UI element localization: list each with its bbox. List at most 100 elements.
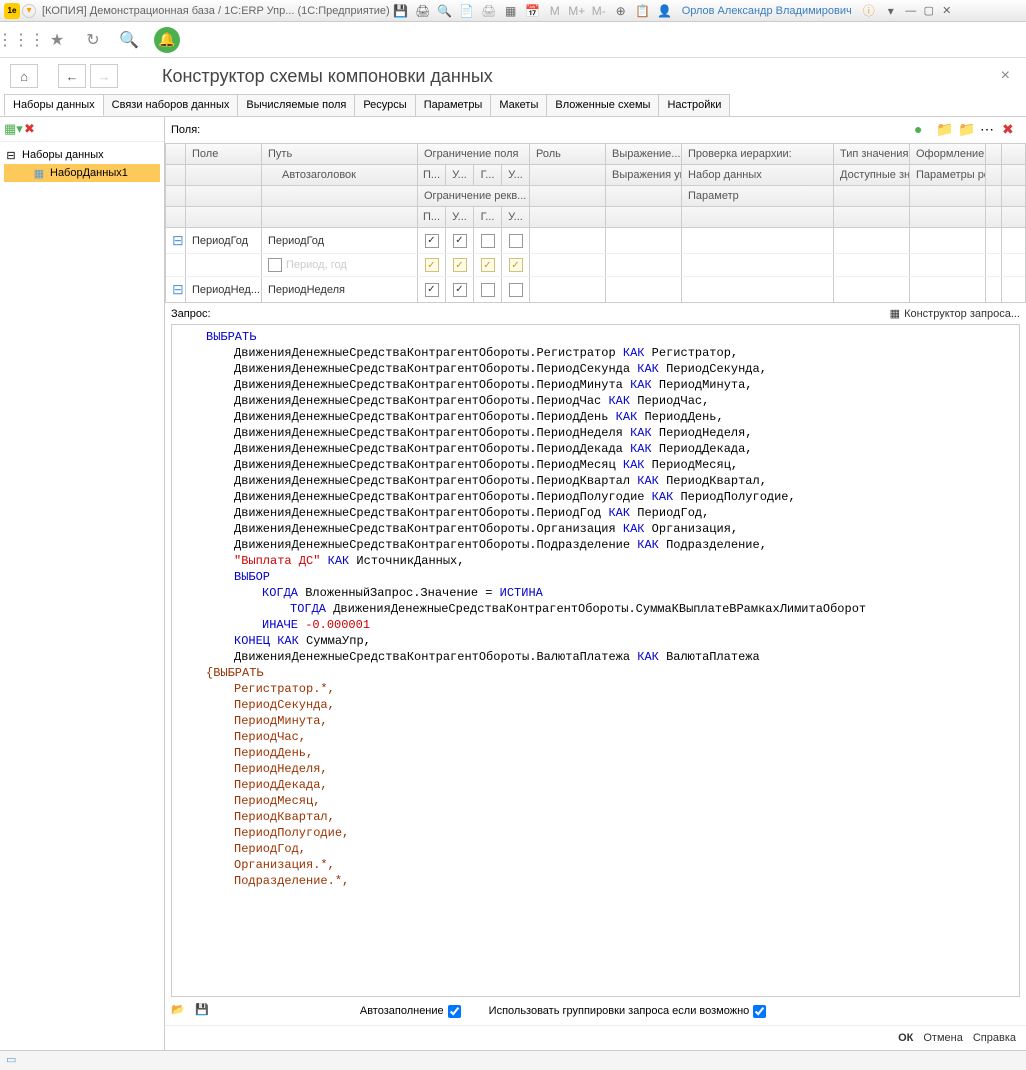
checkbox[interactable] xyxy=(453,283,467,297)
col-restrict-field[interactable]: Ограничение поля xyxy=(418,144,530,164)
checkbox[interactable] xyxy=(481,283,495,297)
checkbox[interactable] xyxy=(425,258,439,272)
col-type[interactable]: Тип значения xyxy=(834,144,910,164)
print-icon[interactable]: 🖨 xyxy=(415,3,431,19)
table-row[interactable]: ⊟ ПериодГод ПериодГод xyxy=(166,228,1025,254)
checkbox[interactable] xyxy=(425,234,439,248)
m-plus-icon[interactable]: M+ xyxy=(569,3,585,19)
add-field-icon[interactable]: ● xyxy=(914,121,932,139)
query-editor[interactable]: ВЫБРАТЬДвиженияДенежныеСредстваКонтраген… xyxy=(171,324,1020,997)
save-disk-icon[interactable]: 💾 xyxy=(195,1003,211,1019)
help-button[interactable]: Справка xyxy=(973,1032,1016,1044)
tab-templates[interactable]: Макеты xyxy=(490,94,547,116)
col-u2[interactable]: У... xyxy=(502,165,530,185)
checkbox[interactable] xyxy=(509,283,523,297)
page-close-button[interactable]: × xyxy=(995,67,1016,85)
delete-dataset-icon[interactable]: ✖ xyxy=(24,121,40,137)
col-expr[interactable]: Выражение... xyxy=(606,144,682,164)
table-row[interactable]: Период, год xyxy=(166,254,1025,277)
checkbox[interactable] xyxy=(268,258,282,272)
tab-datasets[interactable]: Наборы данных xyxy=(4,94,104,116)
notification-icon[interactable]: 🔔 xyxy=(154,27,180,53)
checkbox[interactable] xyxy=(509,258,523,272)
col-role[interactable]: Роль xyxy=(530,144,606,164)
col-expr-order[interactable]: Выражения упорядочив... xyxy=(606,165,682,185)
delete-field-icon[interactable]: ✖ xyxy=(1002,121,1020,139)
autofill-input[interactable] xyxy=(448,1005,461,1018)
col-format-params[interactable]: Параметры редактиров... xyxy=(910,165,986,185)
table-header-row-2: Автозаголовок П... У... Г... У... Выраже… xyxy=(166,165,1025,186)
row-handle-icon[interactable]: ⊟ xyxy=(172,281,184,298)
print2-icon[interactable]: 🖨 xyxy=(481,3,497,19)
back-button[interactable]: ← xyxy=(58,64,86,88)
search-icon[interactable]: 🔍 xyxy=(437,3,453,19)
calendar-icon[interactable]: 📅 xyxy=(525,3,541,19)
col-hier[interactable]: Проверка иерархии: xyxy=(682,144,834,164)
row-handle-icon[interactable]: ⊟ xyxy=(172,232,184,249)
tab-settings[interactable]: Настройки xyxy=(658,94,730,116)
use-groupings-checkbox[interactable]: Использовать группировки запроса если во… xyxy=(489,1005,767,1018)
tab-calc-fields[interactable]: Вычисляемые поля xyxy=(237,94,355,116)
checkbox[interactable] xyxy=(425,283,439,297)
table-header-row-3: Ограничение рекв... Параметр xyxy=(166,186,1025,207)
fields-table[interactable]: Поле Путь Ограничение поля Роль Выражени… xyxy=(165,143,1026,303)
home-button[interactable]: ⌂ xyxy=(10,64,38,88)
titlebar-dropdown-icon[interactable]: ▾ xyxy=(22,4,36,18)
col-restrict-rekv[interactable]: Ограничение рекв... xyxy=(418,186,530,206)
table-row[interactable]: ⊟ ПериодНед... ПериодНеделя xyxy=(166,277,1025,303)
tab-parameters[interactable]: Параметры xyxy=(415,94,492,116)
clipboard-icon[interactable]: 📋 xyxy=(635,3,651,19)
minimize-button[interactable]: — xyxy=(902,3,920,19)
info-dropdown-icon[interactable]: ▾ xyxy=(883,3,899,19)
checkbox[interactable] xyxy=(481,234,495,248)
apps-icon[interactable]: ⋮⋮⋮ xyxy=(10,29,32,51)
checkbox[interactable] xyxy=(453,234,467,248)
autofill-checkbox[interactable]: Автозаполнение xyxy=(360,1005,461,1018)
col-p[interactable]: П... xyxy=(418,165,446,185)
right-panel: Поля: ● 📁 📁+ ⋯ ✖ Поле Путь Ограничение п… xyxy=(165,117,1026,1050)
tree-item-dataset1[interactable]: ▦ НаборДанных1 xyxy=(4,164,160,182)
col-hier-param[interactable]: Параметр xyxy=(682,186,834,206)
m-icon[interactable]: M xyxy=(547,3,563,19)
col-path[interactable]: Путь xyxy=(262,144,418,164)
checkbox[interactable] xyxy=(481,258,495,272)
doc-icon[interactable]: 📄 xyxy=(459,3,475,19)
maximize-button[interactable]: ▢ xyxy=(920,3,938,19)
collapse-icon[interactable]: ⊟ xyxy=(4,148,18,162)
col-autotitle[interactable]: Автозаголовок xyxy=(262,165,418,185)
col-u[interactable]: У... xyxy=(446,165,474,185)
history-icon[interactable]: ↻ xyxy=(82,29,104,51)
checkbox[interactable] xyxy=(453,258,467,272)
calc-icon[interactable]: ▦ xyxy=(503,3,519,19)
tab-resources[interactable]: Ресурсы xyxy=(354,94,415,116)
folder-icon[interactable]: 📁 xyxy=(936,121,954,139)
tab-dataset-links[interactable]: Связи наборов данных xyxy=(103,94,239,116)
misc-icon[interactable]: ⋯ xyxy=(980,121,998,139)
query-constructor-button[interactable]: ▦ Конструктор запроса... xyxy=(890,307,1020,320)
ok-button[interactable]: ОК xyxy=(898,1032,913,1044)
folder-add-icon[interactable]: 📁+ xyxy=(958,121,976,139)
search2-icon[interactable]: 🔍 xyxy=(118,29,140,51)
col-field[interactable]: Поле xyxy=(186,144,262,164)
status-icon[interactable]: ▭ xyxy=(6,1053,22,1069)
close-button[interactable]: ✕ xyxy=(938,3,956,19)
fields-label: Поля: xyxy=(171,124,910,136)
col-format[interactable]: Оформление xyxy=(910,144,986,164)
col-g[interactable]: Г... xyxy=(474,165,502,185)
tab-nested-schemas[interactable]: Вложенные схемы xyxy=(546,94,659,116)
checkbox[interactable] xyxy=(509,234,523,248)
use-groupings-input[interactable] xyxy=(753,1005,766,1018)
user-name[interactable]: Орлов Александр Владимирович xyxy=(682,5,852,17)
open-folder-icon[interactable]: 📂 xyxy=(171,1003,187,1019)
col-hier-nabor[interactable]: Набор данных xyxy=(682,165,834,185)
save-icon[interactable]: 💾 xyxy=(393,3,409,19)
col-avail[interactable]: Доступные значения xyxy=(834,165,910,185)
forward-button[interactable]: → xyxy=(90,64,118,88)
info-icon[interactable]: ⓘ xyxy=(861,3,877,19)
tree-root[interactable]: ⊟ Наборы данных xyxy=(4,146,160,164)
cancel-button[interactable]: Отмена xyxy=(923,1032,962,1044)
favorite-icon[interactable]: ★ xyxy=(46,29,68,51)
zoom-icon[interactable]: ⊕ xyxy=(613,3,629,19)
add-dataset-icon[interactable]: ▦▾ xyxy=(4,121,20,137)
m-minus-icon[interactable]: M- xyxy=(591,3,607,19)
